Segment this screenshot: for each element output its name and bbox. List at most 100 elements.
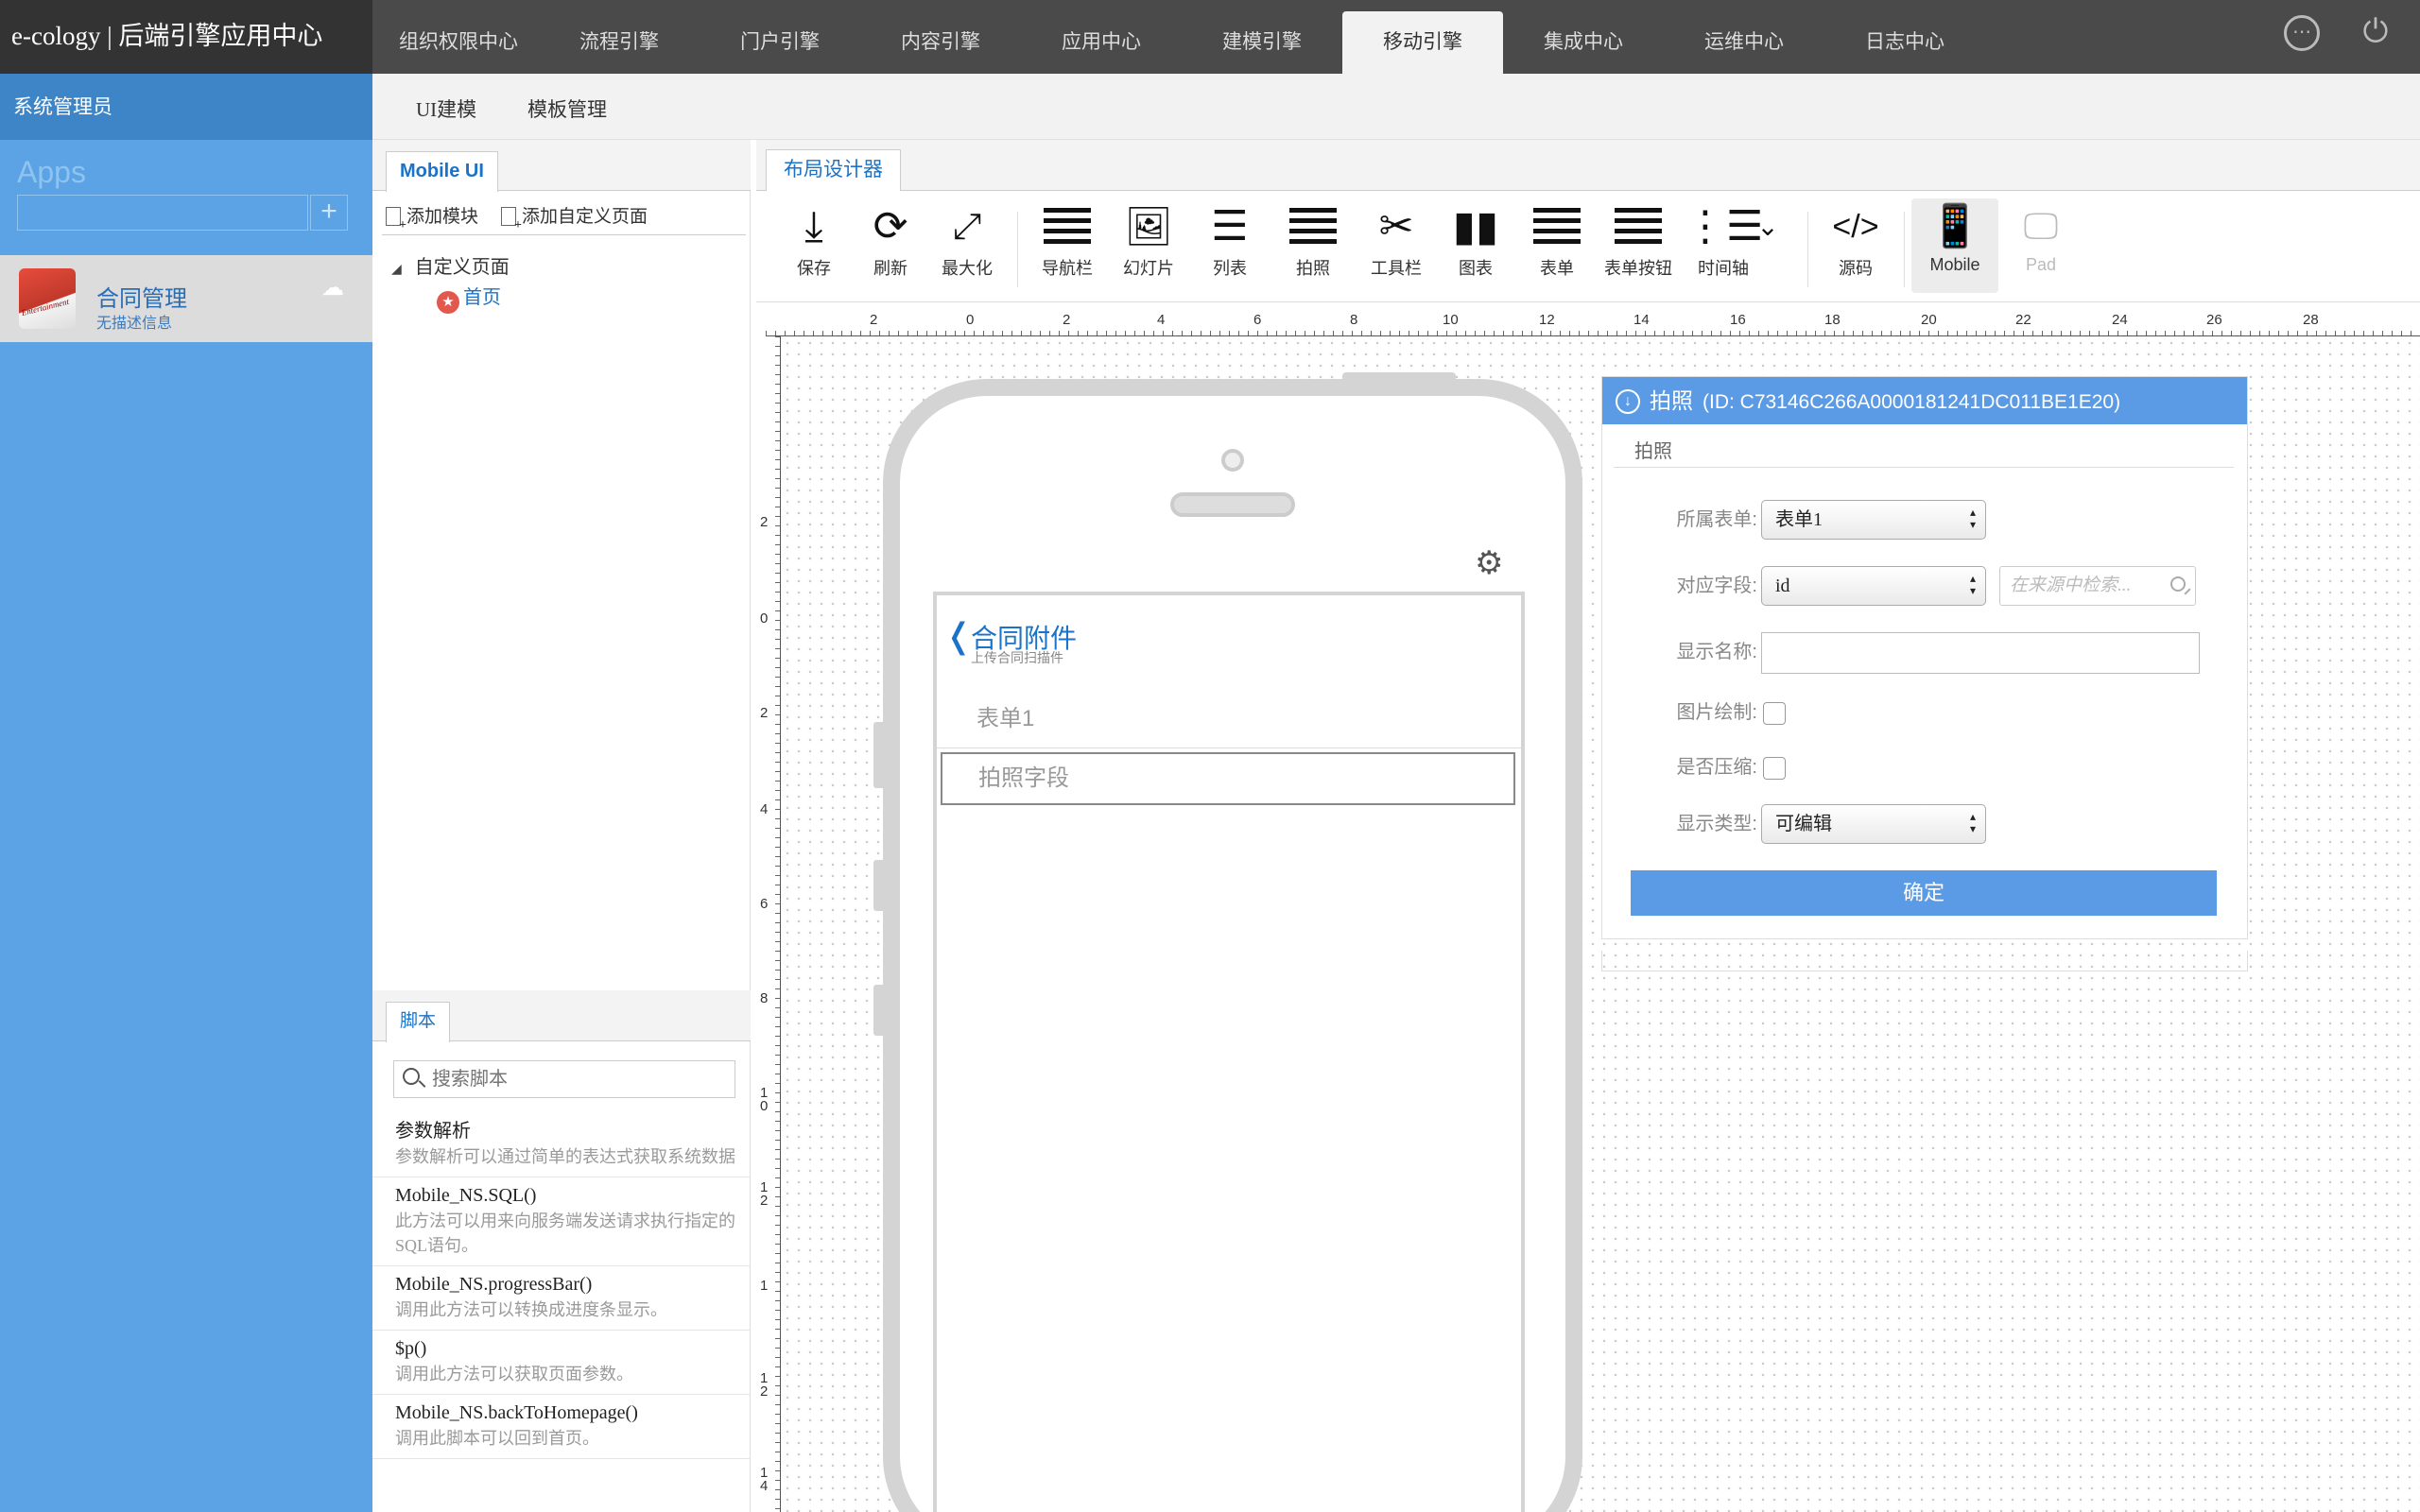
display-type-label: 显示类型: bbox=[1676, 814, 1757, 834]
source-search-input[interactable]: 在来源中检索... bbox=[1999, 566, 2196, 606]
code-icon: </> bbox=[1832, 209, 1879, 245]
navbar-tool[interactable]: 导航栏 bbox=[1028, 198, 1106, 293]
app-item-contract[interactable]: Entertainment 合同管理 无描述信息 ☁ bbox=[0, 255, 372, 342]
subtab-template-management[interactable]: 模板管理 bbox=[527, 94, 607, 123]
image-icon: 🖼 bbox=[1124, 206, 1173, 248]
horizontal-ruler: 2 0 2 4 6 8 10 12 14 16 18 20 22 24 26 2… bbox=[766, 312, 2420, 336]
slides-tool[interactable]: 🖼 幻灯片 bbox=[1110, 198, 1187, 293]
power-icon[interactable]: ⏻ bbox=[2358, 15, 2394, 51]
phone-form-row[interactable]: 表单1 bbox=[937, 690, 1521, 748]
tab-mobile-ui[interactable]: Mobile UI bbox=[386, 151, 498, 192]
refresh-icon: ⟳ bbox=[873, 203, 908, 249]
form-button-tool[interactable]: 表单按钮 bbox=[1599, 198, 1677, 293]
star-icon: ★ bbox=[437, 291, 459, 314]
source-code-button[interactable]: </> 源码 bbox=[1817, 198, 1894, 293]
mobile-view-button[interactable]: 📱 Mobile bbox=[1911, 198, 1998, 293]
main-nav: 组织权限中心 流程引擎 门户引擎 内容引擎 应用中心 建模引擎 移动引擎 集成中… bbox=[378, 0, 1985, 74]
vertical-ruler: 2 0 2 4 6 8 1 0 1 2 1 1 2 1 4 bbox=[756, 336, 781, 1512]
display-name-label: 显示名称: bbox=[1676, 642, 1757, 662]
nav-tab-org[interactable]: 组织权限中心 bbox=[378, 11, 539, 74]
tab-scripts[interactable]: 脚本 bbox=[386, 1002, 451, 1042]
form-icon bbox=[1518, 198, 1596, 255]
app-description: 无描述信息 bbox=[96, 316, 173, 332]
gear-icon[interactable]: ⚙ bbox=[1475, 544, 1503, 582]
sub-nav: UI建模 模板管理 bbox=[372, 74, 2420, 140]
left-sidebar: 系统管理员 Apps + Entertainment 合同管理 无描述信息 ☁ bbox=[0, 74, 372, 1512]
script-search-input[interactable] bbox=[393, 1060, 735, 1098]
list-icon: ☰ bbox=[1211, 203, 1249, 249]
nav-tab-mobile[interactable]: 移动引擎 bbox=[1342, 11, 1503, 74]
more-tools-button[interactable]: ⌄ bbox=[1749, 198, 1787, 293]
script-list: 参数解析 参数解析可以通过简单的表达式获取系统数据 Mobile_NS.SQL(… bbox=[372, 1108, 751, 1459]
image-draw-label: 图片绘制: bbox=[1676, 702, 1757, 723]
component-id: (ID: C73146C266A0000181241DC011BE1E20) bbox=[1703, 391, 2121, 413]
photo-tool[interactable]: 拍照 bbox=[1274, 198, 1352, 293]
nav-tab-content[interactable]: 内容引擎 bbox=[860, 11, 1021, 74]
search-icon bbox=[403, 1068, 420, 1085]
display-name-input[interactable] bbox=[1761, 632, 2200, 674]
list-item[interactable]: $p() 调用此方法可以获取页面参数。 bbox=[372, 1331, 751, 1395]
nav-tab-workflow[interactable]: 流程引擎 bbox=[539, 11, 700, 74]
field-label: 对应字段: bbox=[1676, 576, 1757, 596]
image-draw-checkbox[interactable] bbox=[1763, 702, 1786, 725]
brand-title: e-cology | 后端引擎应用中心 bbox=[0, 0, 372, 74]
add-app-button[interactable]: + bbox=[310, 195, 348, 231]
app-logo: Entertainment bbox=[19, 268, 76, 329]
refresh-button[interactable]: ⟳ 刷新 bbox=[852, 198, 929, 293]
form-select[interactable]: 表单1 bbox=[1761, 500, 1986, 540]
nav-tab-modeling[interactable]: 建模引擎 bbox=[1182, 11, 1342, 74]
list-item[interactable]: 参数解析 参数解析可以通过简单的表达式获取系统数据 bbox=[372, 1108, 751, 1177]
top-bar: e-cology | 后端引擎应用中心 组织权限中心 流程引擎 门户引擎 内容引… bbox=[0, 0, 2420, 74]
bar-chart-icon: ▮▮ bbox=[1452, 203, 1499, 249]
download-icon: ⤓ bbox=[804, 203, 823, 249]
properties-section-title: 拍照 bbox=[1614, 436, 2234, 468]
more-icon[interactable]: ⋯ bbox=[2284, 15, 2320, 51]
back-chevron-icon[interactable]: ❬ bbox=[944, 616, 973, 656]
save-button[interactable]: ⤓ 保存 bbox=[775, 198, 853, 293]
field-select[interactable]: id bbox=[1761, 566, 1986, 606]
tree-node-custom-pages[interactable]: ◢ 自定义页面 bbox=[391, 251, 510, 279]
phone-photo-field[interactable]: 拍照字段 bbox=[941, 752, 1515, 805]
maximize-icon: ⤢ bbox=[952, 207, 982, 247]
pad-view-button[interactable]: 🖵 Pad bbox=[2002, 198, 2080, 293]
form-tool[interactable]: 表单 bbox=[1518, 198, 1596, 293]
mobile-icon: 📱 bbox=[1928, 203, 1981, 249]
phone-screen: ❬ 合同附件 上传合同扫描件 表单1 拍照字段 bbox=[933, 592, 1525, 1512]
tab-layout-designer[interactable]: 布局设计器 bbox=[766, 149, 901, 192]
search-icon bbox=[2170, 576, 2186, 592]
phone-speaker bbox=[1170, 492, 1295, 517]
add-page-icon bbox=[501, 207, 522, 233]
chart-tool[interactable]: ▮▮ 图表 bbox=[1437, 198, 1514, 293]
maximize-button[interactable]: ⤢ 最大化 bbox=[928, 198, 1006, 293]
list-item[interactable]: Mobile_NS.SQL() 此方法可以用来向服务端发送请求执行指定的SQL语… bbox=[372, 1177, 751, 1266]
nav-tab-integration[interactable]: 集成中心 bbox=[1503, 11, 1664, 74]
admin-label: 系统管理员 bbox=[0, 74, 372, 140]
layout-designer: 布局设计器 ⤓ 保存 ⟳ 刷新 ⤢ 最大化 导航栏 🖼 幻灯片 ☰ 列表 拍照 ✂ 工具栏 … bbox=[756, 140, 2420, 1512]
nav-tab-logs[interactable]: 日志中心 bbox=[1824, 11, 1985, 74]
list-item[interactable]: Mobile_NS.backToHomepage() 调用此脚本可以回到首页。 bbox=[372, 1395, 751, 1459]
triangle-down-icon[interactable]: ◢ bbox=[391, 262, 402, 278]
collapse-icon[interactable]: ↓ bbox=[1616, 389, 1640, 414]
list-item[interactable]: Mobile_NS.progressBar() 调用此方法可以转换成进度条显示。 bbox=[372, 1266, 751, 1331]
tree-node-home[interactable]: ★ 首页 bbox=[437, 282, 501, 314]
subtab-ui-modeling[interactable]: UI建模 bbox=[416, 94, 476, 123]
toolbar-tool[interactable]: ✂ 工具栏 bbox=[1357, 198, 1435, 293]
add-module-button[interactable]: 添加模块 bbox=[386, 202, 478, 233]
add-custom-page-button[interactable]: 添加自定义页面 bbox=[501, 202, 648, 233]
photo-properties-panel: ↓ 拍照 (ID: C73146C266A0000181241DC011BE1E2… bbox=[1601, 376, 2248, 939]
list-tool[interactable]: ☰ 列表 bbox=[1191, 198, 1269, 293]
cloud-icon[interactable]: ☁ bbox=[321, 274, 344, 301]
compress-checkbox[interactable] bbox=[1763, 757, 1786, 780]
form-button-icon bbox=[1599, 198, 1677, 255]
designer-toolbar: ⤓ 保存 ⟳ 刷新 ⤢ 最大化 导航栏 🖼 幻灯片 ☰ 列表 拍照 ✂ 工具栏 ▮▮ 图表 表… bbox=[756, 191, 2420, 302]
properties-header: ↓ 拍照 (ID: C73146C266A0000181241DC011BE1E2… bbox=[1602, 377, 2247, 424]
add-page-icon bbox=[386, 207, 406, 233]
nav-tab-ops[interactable]: 运维中心 bbox=[1664, 11, 1824, 74]
mobile-ui-panel: Mobile UI 添加模块 添加自定义页面 ◢自定义页面 ★首页 脚本 参数解… bbox=[372, 140, 751, 1512]
nav-tab-app-center[interactable]: 应用中心 bbox=[1021, 11, 1182, 74]
confirm-button[interactable]: 确定 bbox=[1631, 870, 2217, 916]
app-name: 合同管理 bbox=[96, 286, 187, 312]
display-type-select[interactable]: 可编辑 bbox=[1761, 804, 1986, 844]
nav-tab-portal[interactable]: 门户引擎 bbox=[700, 11, 860, 74]
apps-search-input[interactable] bbox=[17, 195, 308, 231]
